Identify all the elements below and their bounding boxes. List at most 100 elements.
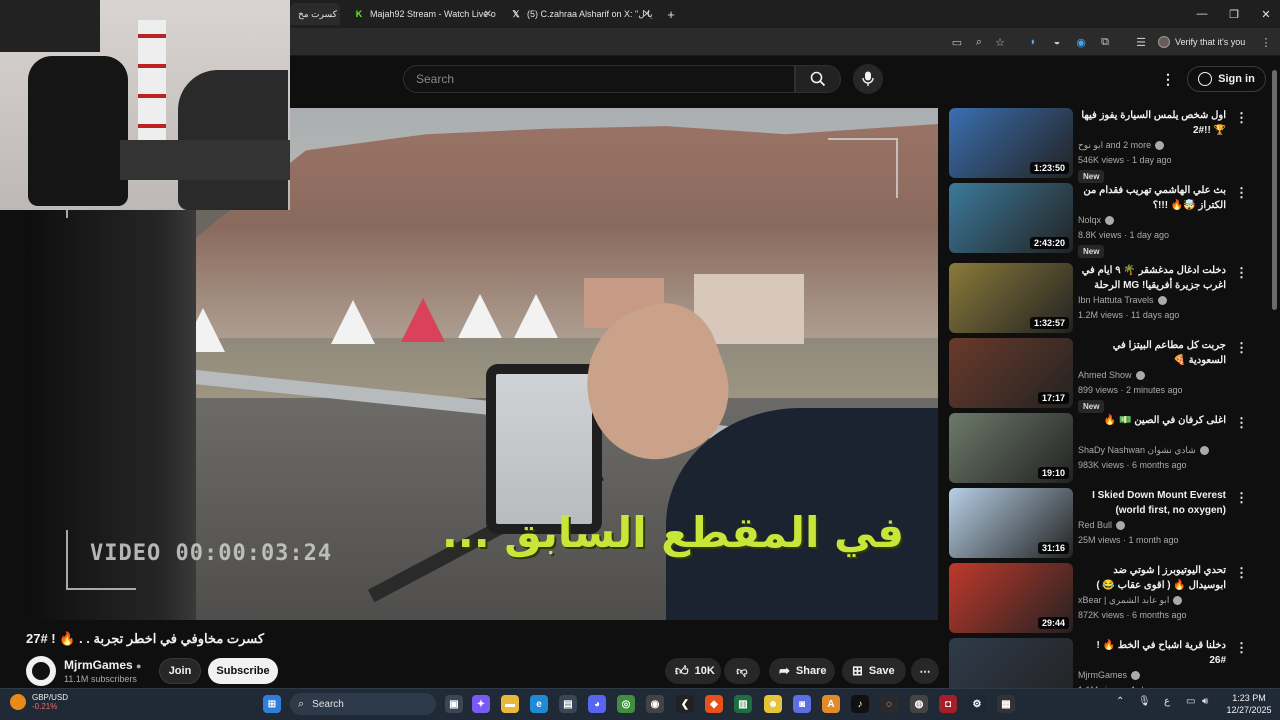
subscribe-button[interactable]: Subscribe: [208, 658, 278, 684]
close-icon[interactable]: ✕: [643, 9, 651, 20]
save-button[interactable]: ⊞ Save: [842, 658, 906, 684]
app-icon[interactable]: ☻: [764, 695, 782, 713]
scrollbar[interactable]: [1272, 70, 1277, 310]
close-icon[interactable]: ✕: [484, 9, 492, 20]
extension-icon[interactable]: ◉: [1073, 34, 1089, 50]
chrome-icon[interactable]: ◎: [617, 695, 635, 713]
recommendation-channel[interactable]: Red Bull: [1078, 520, 1126, 530]
recommendation-channel[interactable]: xBear | ابو عابد الشمري: [1078, 595, 1183, 606]
tab-title: Majah92 Stream - Watch Live o: [370, 9, 496, 19]
recommendation-title[interactable]: جربت كل مطاعم البيتزا في السعودية 🍕: [1078, 338, 1226, 368]
more-dots-icon[interactable]: ⋮: [1235, 640, 1248, 656]
recommendation-channel[interactable]: MjrmGames: [1078, 670, 1140, 680]
network-icon[interactable]: ▭: [1186, 696, 1195, 707]
tab-x[interactable]: 𝕏 (5) C.zahraa Alsharif on X: "يا ل ✕: [503, 3, 657, 25]
app-icon[interactable]: ◌: [880, 695, 898, 713]
menu-dots-icon[interactable]: ⋮: [1258, 34, 1274, 50]
recommendation-channel[interactable]: Ibn Hattuta Travels: [1078, 295, 1167, 305]
video-subtitle: في المقطع السابق ...: [441, 508, 904, 557]
sign-in-button[interactable]: Sign in: [1187, 66, 1266, 92]
app-icon[interactable]: ▦: [997, 695, 1015, 713]
widget-ticker[interactable]: GBP/USD -0.21%: [10, 693, 68, 711]
share-button[interactable]: ➦ Share: [769, 658, 835, 684]
app-icon[interactable]: ◙: [793, 695, 811, 713]
recommendation-channel[interactable]: ShaDy Nashwan شادي نشوان: [1078, 445, 1209, 456]
system-clock[interactable]: 1:23 PM 12/27/2025: [1222, 692, 1276, 716]
extension-icon[interactable]: ◗: [1025, 34, 1041, 50]
search-input[interactable]: Search: [403, 65, 795, 93]
recommendation-title[interactable]: اغلى كرفان في الصين 💵 🔥: [1078, 413, 1226, 428]
app-icon[interactable]: ◘: [939, 695, 957, 713]
more-dots-icon[interactable]: ⋮: [1235, 415, 1248, 431]
language-indicator[interactable]: ع: [1164, 696, 1170, 707]
join-button[interactable]: Join: [159, 658, 201, 684]
verified-icon: [1173, 596, 1183, 605]
recommendation-channel[interactable]: Ahmed Show: [1078, 370, 1145, 380]
bookmark-star-icon[interactable]: ☆: [992, 34, 1008, 50]
puzzle-icon[interactable]: ⧉: [1097, 34, 1113, 50]
app-icon[interactable]: A: [822, 695, 840, 713]
view-count: 899 views: [1078, 385, 1119, 395]
windows-start-icon[interactable]: ⊞: [263, 695, 281, 713]
dislike-button[interactable]: 👎︎: [724, 658, 760, 684]
more-dots-icon[interactable]: ⋮: [1235, 185, 1248, 201]
steam-icon[interactable]: ⚙: [968, 695, 986, 713]
search-button[interactable]: [795, 65, 841, 93]
close-window-icon[interactable]: ✕: [1246, 0, 1280, 28]
duration-badge: 2:43:20: [1029, 237, 1069, 249]
taskbar-search[interactable]: ⌕ Search: [290, 693, 436, 715]
brave-icon[interactable]: ◆: [705, 695, 723, 713]
recommendation-title[interactable]: I Skied Down Mount Everest (world first,…: [1078, 488, 1226, 518]
microphone-icon[interactable]: 🎙︎: [1138, 696, 1151, 707]
more-actions-button[interactable]: ⋯: [911, 658, 939, 684]
chevron-up-icon[interactable]: ⌃: [1116, 696, 1124, 707]
frame-corner: [828, 138, 898, 198]
upload-age: 6 months ago: [1132, 610, 1187, 620]
recommendation-title[interactable]: دخلنا قرية اشباح في الخط 🔥 ! #26: [1078, 638, 1226, 668]
profile-verify[interactable]: Verify that it's you: [1158, 33, 1245, 51]
settings-dots-icon[interactable]: ⋮: [1161, 72, 1175, 86]
tab-active[interactable]: كسرت مخ: [290, 3, 340, 25]
video-thumbnail[interactable]: 29:44: [949, 563, 1073, 633]
video-thumbnail[interactable]: 17:17: [949, 338, 1073, 408]
video-thumbnail[interactable]: 31:16: [949, 488, 1073, 558]
obs-icon[interactable]: ◉: [646, 695, 664, 713]
video-thumbnail[interactable]: 1:32:57: [949, 263, 1073, 333]
more-dots-icon[interactable]: ⋮: [1235, 265, 1248, 281]
recommendation-title[interactable]: دخلت ادغال مدغشقر 🌴 ٩ ايام في اغرب جزيرة…: [1078, 263, 1226, 293]
video-thumbnail[interactable]: 1:23:50: [949, 108, 1073, 178]
more-dots-icon[interactable]: ⋮: [1235, 110, 1248, 126]
more-dots-icon[interactable]: ⋮: [1235, 490, 1248, 506]
edge-icon[interactable]: e: [530, 695, 548, 713]
zoom-icon[interactable]: ⌕: [971, 34, 987, 50]
file-explorer-icon[interactable]: ▬: [501, 695, 519, 713]
media-control-icon[interactable]: ☰: [1133, 34, 1149, 50]
task-view-icon[interactable]: ▣: [445, 695, 463, 713]
terminal-icon[interactable]: ▥: [734, 695, 752, 713]
new-tab-button[interactable]: +: [662, 3, 680, 25]
recommendation-title[interactable]: تحدي اليوتيوبرز | شوتي ضد ابوسيدال 🔥 ( ا…: [1078, 563, 1226, 593]
video-thumbnail[interactable]: 2:43:20: [949, 183, 1073, 253]
more-dots-icon[interactable]: ⋮: [1235, 565, 1248, 581]
recommendation-title[interactable]: اول شخص يلمس السيارة يفوز فيها 🏆 !!#2: [1078, 108, 1226, 138]
like-button[interactable]: 👍︎ 10K: [665, 658, 721, 684]
app-icon[interactable]: ◍: [910, 695, 928, 713]
copilot-icon[interactable]: ✦: [472, 695, 490, 713]
video-thumbnail[interactable]: 19:10: [949, 413, 1073, 483]
ticker-symbol: GBP/USD: [32, 693, 69, 702]
cast-icon[interactable]: ▭: [949, 34, 965, 50]
more-dots-icon[interactable]: ⋮: [1235, 340, 1248, 356]
discord-icon[interactable]: ◕: [588, 695, 606, 713]
channel-avatar[interactable]: [26, 656, 56, 686]
tiktok-icon[interactable]: ♪: [851, 695, 869, 713]
recommendation-channel[interactable]: ابو نوح and 2 more: [1078, 140, 1165, 151]
app-icon[interactable]: ❮: [676, 695, 694, 713]
tab-majah92[interactable]: K Majah92 Stream - Watch Live o ✕: [346, 3, 498, 25]
recommendation-channel[interactable]: Nolqx: [1078, 215, 1115, 225]
volume-icon[interactable]: 🔊︎: [1202, 696, 1208, 707]
channel-name[interactable]: MjrmGames ●: [64, 658, 141, 672]
extension-icon[interactable]: ◒: [1049, 34, 1065, 50]
recommendation-title[interactable]: بث علي الهاشمي تهريب فقدام من الكتراز 🤯🔥…: [1078, 183, 1226, 213]
voice-search-button[interactable]: [853, 64, 883, 94]
store-icon[interactable]: ▤: [559, 695, 577, 713]
